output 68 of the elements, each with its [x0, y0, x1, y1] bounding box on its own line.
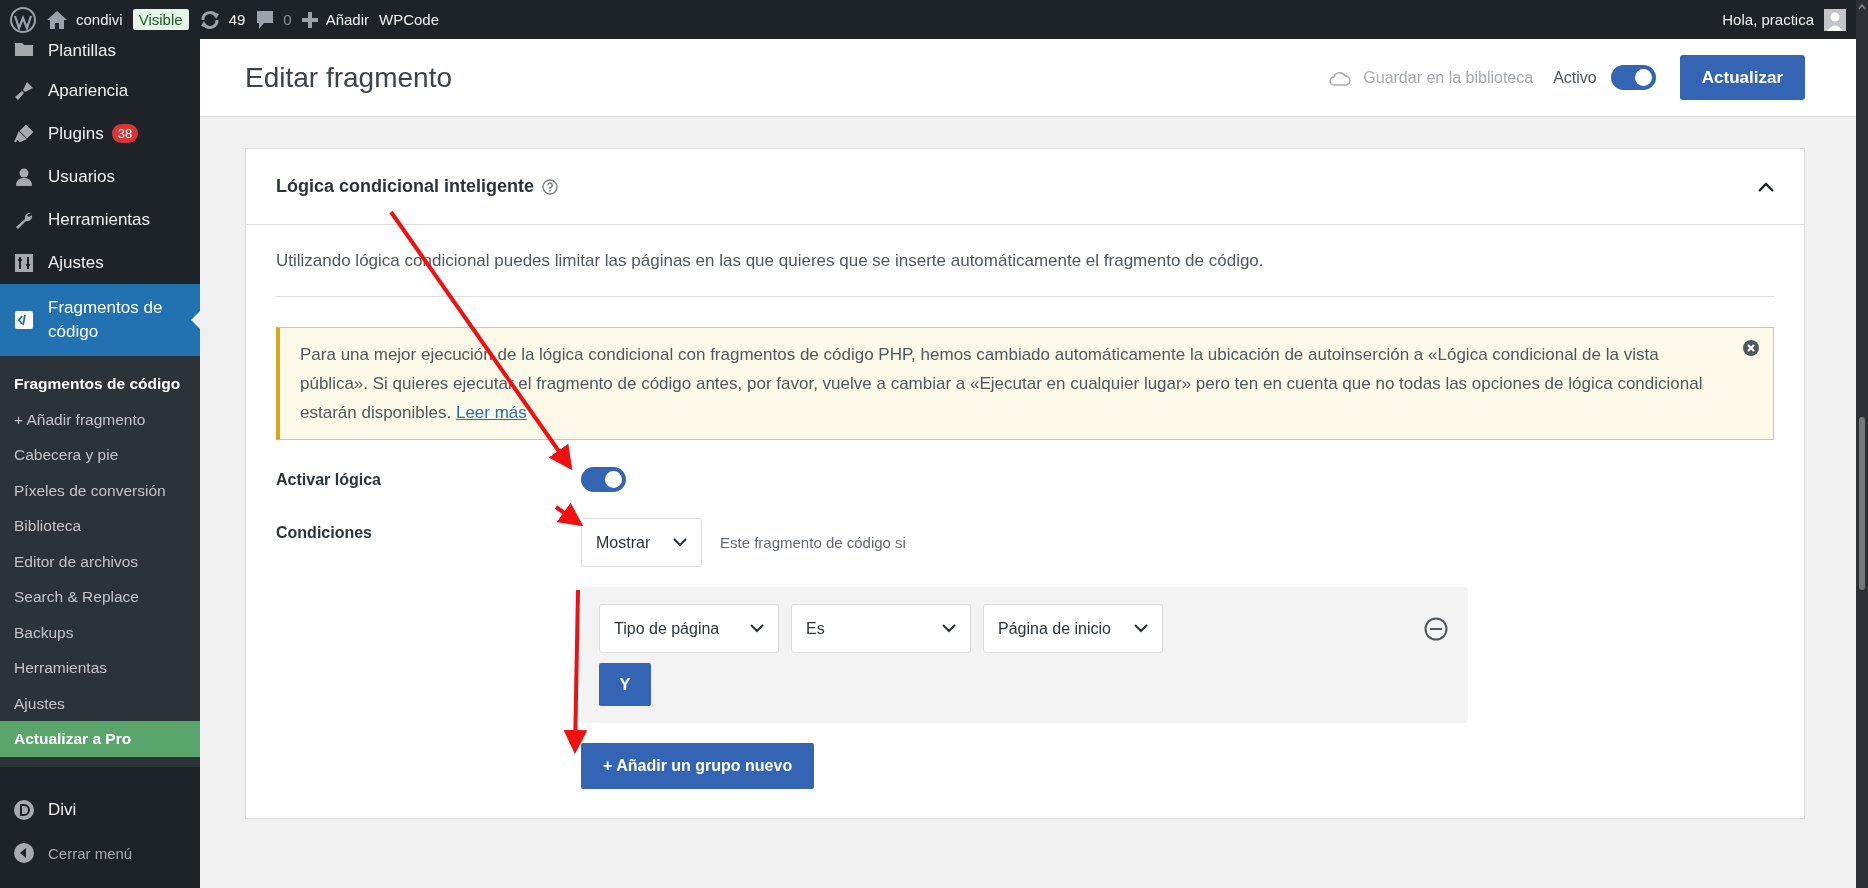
visibility-badge: Visible [132, 9, 189, 30]
add-group-button[interactable]: + Añadir un grupo nuevo [581, 743, 815, 789]
field-label: Activar lógica [276, 470, 381, 488]
submenu-link[interactable]: Ajustes [0, 685, 200, 721]
chevron-down-icon [1134, 624, 1148, 633]
comments-count[interactable]: 0 [283, 11, 292, 28]
active-toggle[interactable] [1610, 65, 1656, 90]
circle-logo-icon [14, 800, 34, 820]
sidebar-item[interactable]: Usuarios [0, 155, 200, 198]
user-icon [14, 166, 34, 187]
sidebar-item[interactable]: Apariencia [0, 69, 200, 112]
submenu-link[interactable]: Fragmentos de código [0, 366, 200, 402]
paintbrush-icon [14, 80, 34, 101]
select-dropdown[interactable]: Tipo de página [599, 604, 779, 653]
site-name-link[interactable]: condivi [76, 11, 123, 28]
select-dropdown[interactable]: Es [791, 604, 971, 653]
cloud-icon [1329, 69, 1352, 86]
collapse-icon [14, 843, 34, 863]
chevron-down-icon [673, 538, 687, 547]
count-badge: 38 [111, 124, 139, 143]
card-header[interactable]: Lógica condicional inteligente [246, 149, 1804, 225]
plus-icon[interactable] [301, 11, 318, 28]
chevron-down-icon [942, 624, 956, 633]
select-dropdown[interactable]: Mostrar [581, 518, 702, 567]
scrollbar[interactable] [1856, 0, 1868, 888]
submenu-link[interactable]: Herramientas [0, 650, 200, 686]
annotation-arrow [554, 502, 584, 527]
sidebar-item[interactable]: Plantillas [0, 39, 200, 69]
page-title: Editar fragmento [245, 61, 453, 94]
select-dropdown[interactable]: Página de inicio [983, 604, 1163, 653]
submenu-link[interactable]: Píxeles de conversión [0, 472, 200, 508]
sidebar-item[interactable]: Ajustes [0, 241, 200, 284]
help-icon[interactable] [542, 178, 559, 195]
card-title: Lógica condicional inteligente [276, 176, 535, 197]
sidebar-item[interactable]: Plugins 38 [0, 112, 200, 155]
active-label: Activo [1553, 68, 1597, 87]
condition-hint: Este fragmento de código si [720, 534, 906, 551]
sidebar-item[interactable]: Divi [0, 788, 200, 832]
refresh-icon[interactable] [198, 8, 221, 31]
collapse-menu-button[interactable]: Cerrar menú [0, 831, 200, 875]
updates-count[interactable]: 49 [228, 11, 246, 28]
greeting-link[interactable]: Hola, practica [1722, 11, 1814, 28]
wordpress-logo-icon[interactable] [10, 6, 36, 33]
avatar-icon[interactable] [1824, 8, 1846, 31]
submenu-link[interactable]: + Añadir fragmento [0, 401, 200, 437]
submenu-link[interactable]: Cabecera y pie [0, 437, 200, 473]
and-button[interactable]: Y [599, 663, 651, 706]
logic-toggle[interactable] [581, 467, 626, 492]
sidebar-item[interactable]: Herramientas [0, 198, 200, 241]
sidebar-item-selected[interactable]: Fragmentos de código [0, 284, 200, 356]
sliders-icon [14, 252, 34, 273]
update-button[interactable]: Actualizar [1679, 55, 1805, 100]
plug-icon [14, 123, 34, 144]
new-link[interactable]: Añadir [325, 11, 369, 28]
comment-icon[interactable] [255, 8, 276, 31]
submenu-link[interactable]: Biblioteca [0, 508, 200, 544]
chevron-down-icon [750, 624, 764, 633]
field-label: Condiciones [276, 524, 372, 541]
submenu-link[interactable]: Backups [0, 614, 200, 650]
dismiss-icon[interactable] [1743, 340, 1759, 356]
home-icon[interactable] [46, 9, 68, 30]
read-more-link[interactable]: Leer más [455, 403, 527, 422]
plugin-menu-link[interactable]: WPCode [379, 11, 440, 28]
submenu-link[interactable]: Editor de archivos [0, 543, 200, 579]
chevron-up-icon[interactable] [1758, 181, 1774, 192]
submenu-link[interactable]: Search & Replace [0, 579, 200, 615]
code-icon [14, 310, 34, 330]
menu-pointer-icon [191, 311, 200, 329]
